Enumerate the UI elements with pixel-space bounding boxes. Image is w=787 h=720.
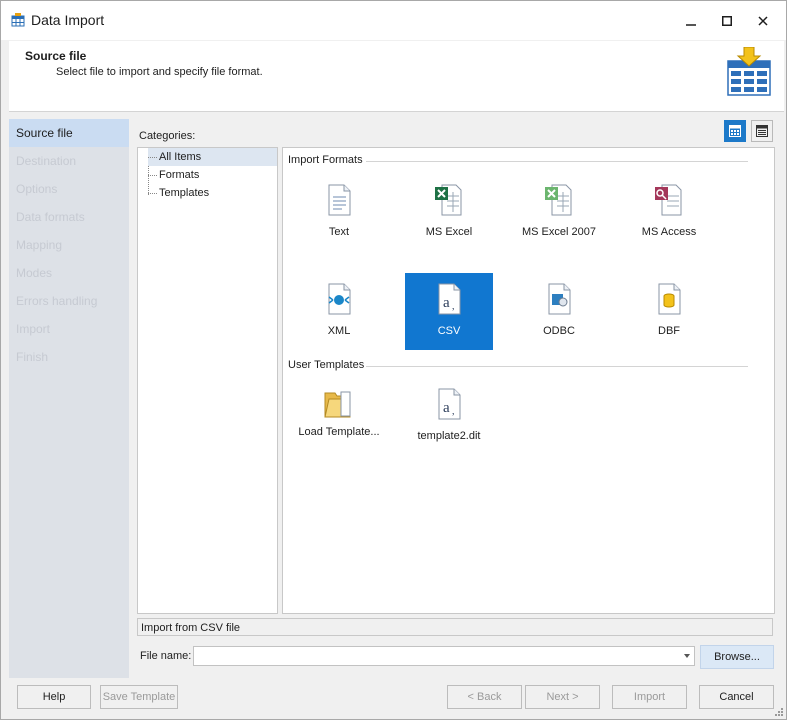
step-finish: Finish xyxy=(16,350,49,364)
format-dbf[interactable]: DBF xyxy=(625,273,713,350)
step-data-formats: Data formats xyxy=(16,210,85,224)
tile-label: Text xyxy=(328,226,350,238)
file-name-label: File name: xyxy=(140,650,192,662)
tile-label: template2.dit xyxy=(417,430,481,442)
tile-label: ODBC xyxy=(543,325,575,337)
wizard-steps: Source file Destination Options Data for… xyxy=(9,119,129,678)
category-label: Formats xyxy=(159,169,200,181)
file-name-input[interactable] xyxy=(193,646,695,666)
back-button[interactable]: < Back xyxy=(447,685,522,709)
category-label: Templates xyxy=(159,187,210,199)
format-ms-excel[interactable]: MS Excel xyxy=(405,174,493,251)
chevron-down-icon[interactable] xyxy=(684,654,690,658)
tile-label: MS Excel 2007 xyxy=(522,226,596,238)
format-description: Import from CSV file xyxy=(137,618,773,636)
group-import-formats: Import Formats xyxy=(288,154,748,166)
wizard-header: Source file Select file to import and sp… xyxy=(9,41,784,112)
tile-label: Load Template... xyxy=(298,426,380,438)
odbc-icon xyxy=(548,283,571,315)
categories-label: Categories: xyxy=(139,130,196,142)
excel-file-icon xyxy=(435,184,462,216)
format-odbc[interactable]: ODBC xyxy=(515,273,603,350)
svg-text:,: , xyxy=(452,406,455,417)
next-button[interactable]: Next > xyxy=(525,685,600,709)
step-source-file[interactable]: Source file xyxy=(9,119,129,147)
svg-text:a: a xyxy=(443,400,450,416)
step-destination: Destination xyxy=(16,154,77,168)
large-icons-view-icon xyxy=(729,125,741,137)
button-bar: Help Save Template < Back Next > Import … xyxy=(1,682,786,719)
tile-label: CSV xyxy=(437,325,461,337)
group-label: User Templates xyxy=(288,359,365,371)
maximize-button[interactable] xyxy=(709,7,745,35)
template-load-template[interactable]: Load Template... xyxy=(295,378,383,453)
csv-file-icon: a, xyxy=(438,283,461,315)
svg-text:,: , xyxy=(452,301,455,312)
tile-label: MS Excel xyxy=(425,226,473,238)
large-icons-view-button[interactable] xyxy=(724,120,746,142)
page-title: Source file xyxy=(25,49,87,63)
step-mapping: Mapping xyxy=(16,238,63,252)
resize-grip-icon[interactable] xyxy=(775,708,783,716)
tile-label: MS Access xyxy=(641,226,697,238)
format-xml[interactable]: XML xyxy=(295,273,383,350)
data-import-window: Data Import Source file Select file to i… xyxy=(0,0,787,720)
xml-file-icon xyxy=(328,283,351,315)
format-ms-excel-2007[interactable]: MS Excel 2007 xyxy=(515,174,603,251)
excel-2007-file-icon xyxy=(545,184,572,216)
category-all-items[interactable]: All Items xyxy=(148,148,277,166)
step-options: Options xyxy=(16,182,58,196)
format-text[interactable]: Text xyxy=(295,174,383,251)
text-file-icon xyxy=(328,184,351,216)
minimize-button[interactable] xyxy=(673,7,709,35)
title-bar: Data Import xyxy=(1,1,786,40)
format-gallery: Import Formats Text MS Excel MS Excel 20… xyxy=(282,147,775,614)
format-ms-access[interactable]: MS Access xyxy=(625,174,713,251)
category-templates[interactable]: Templates xyxy=(148,184,209,202)
category-label: All Items xyxy=(159,151,202,163)
table-import-icon xyxy=(727,47,771,96)
list-view-icon xyxy=(756,125,768,137)
dbf-file-icon xyxy=(658,283,681,315)
table-icon xyxy=(11,13,25,27)
close-icon xyxy=(758,16,768,26)
list-view-button[interactable] xyxy=(751,120,773,142)
page-subtitle: Select file to import and specify file f… xyxy=(56,66,263,78)
step-modes: Modes xyxy=(16,266,53,280)
svg-text:a: a xyxy=(443,295,450,311)
folder-icon xyxy=(324,391,351,418)
category-formats[interactable]: Formats xyxy=(148,166,199,184)
categories-tree: All Items Formats Templates xyxy=(137,147,278,614)
cancel-button[interactable]: Cancel xyxy=(699,685,774,709)
group-user-templates: User Templates xyxy=(288,359,748,371)
import-button[interactable]: Import xyxy=(612,685,687,709)
template-template2[interactable]: a, template2.dit xyxy=(405,378,493,455)
browse-button[interactable]: Browse... xyxy=(700,645,774,669)
step-import: Import xyxy=(16,322,51,336)
close-button[interactable] xyxy=(745,7,781,35)
window-title: Data Import xyxy=(31,12,105,28)
tile-label: DBF xyxy=(658,325,680,337)
minimize-icon xyxy=(686,24,696,26)
template-file-icon: a, xyxy=(438,388,461,420)
format-csv[interactable]: a, CSV xyxy=(405,273,493,350)
access-file-icon xyxy=(655,184,682,216)
help-button[interactable]: Help xyxy=(17,685,91,709)
save-template-button[interactable]: Save Template xyxy=(100,685,178,709)
maximize-icon xyxy=(722,16,732,26)
group-label: Import Formats xyxy=(288,154,363,166)
step-errors-handling: Errors handling xyxy=(16,294,98,308)
tile-label: XML xyxy=(327,325,351,337)
